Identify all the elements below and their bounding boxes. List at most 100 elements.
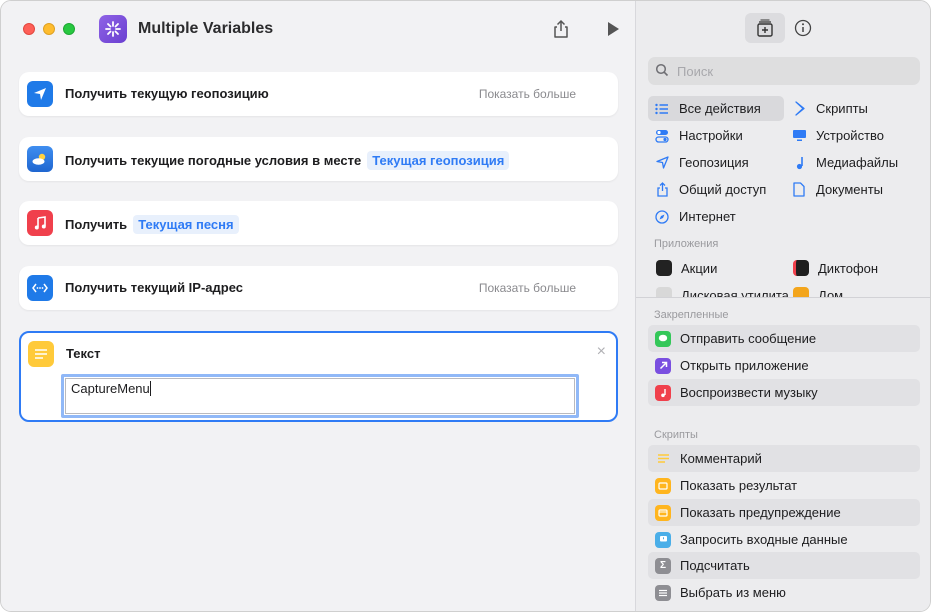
sidebar-divider: [636, 297, 930, 298]
ask-input-icon: [655, 531, 671, 548]
play-icon: [608, 22, 619, 36]
script-icon: [789, 101, 809, 116]
app-label: Акции: [681, 260, 718, 276]
apps-list: Акции Диктофон Дисковая утилита Дом: [636, 256, 930, 297]
scripts-section-label: Скрипты: [654, 429, 698, 441]
action-label: Получить текущие погодные условия в мест…: [65, 151, 510, 170]
category-label: Интернет: [679, 209, 736, 224]
text-input-value[interactable]: CaptureMenu: [71, 381, 151, 396]
category-label: Документы: [816, 182, 884, 197]
action-get-weather[interactable]: Получить текущие погодные условия в мест…: [19, 137, 618, 181]
category-label: Все действия: [679, 101, 761, 116]
category-label: Скрипты: [816, 101, 868, 116]
category-device[interactable]: Устройство: [785, 123, 884, 148]
library-tab[interactable]: [745, 13, 785, 43]
shortcut-icon[interactable]: [99, 15, 127, 43]
category-settings[interactable]: Настройки: [648, 123, 743, 148]
action-get-location[interactable]: Получить текущую геопозицию Показать бол…: [19, 72, 618, 116]
script-ask-for-input[interactable]: Запросить входные данные: [648, 526, 920, 553]
category-media[interactable]: Медиафайлы: [785, 150, 898, 175]
show-more-button[interactable]: Показать больше: [479, 281, 576, 295]
apps-section-label: Приложения: [654, 238, 719, 250]
action-name: Комментарий: [680, 451, 762, 466]
music-play-icon: [655, 384, 671, 401]
list-icon: [652, 103, 672, 115]
category-label: Устройство: [816, 128, 885, 143]
search-placeholder: Поиск: [677, 64, 714, 79]
script-comment[interactable]: Комментарий: [648, 445, 920, 472]
category-all-actions[interactable]: Все действия: [648, 96, 784, 121]
action-get-ip-address[interactable]: Получить текущий IP-адрес Показать больш…: [19, 266, 618, 310]
category-label: Медиафайлы: [816, 155, 899, 170]
category-sharing[interactable]: Общий доступ: [648, 177, 766, 202]
variable-token[interactable]: Текущая песня: [133, 215, 239, 234]
text-value: CaptureMenu: [71, 381, 150, 396]
open-app-icon: [655, 357, 671, 374]
variable-token[interactable]: Текущая геопозиция: [367, 151, 510, 170]
action-name: Запросить входные данные: [680, 532, 848, 547]
weather-icon: [27, 146, 53, 172]
document-icon: [789, 182, 809, 197]
action-get-current-song[interactable]: Получить Текущая песня: [19, 201, 618, 245]
remove-action-icon[interactable]: ×: [597, 343, 606, 361]
category-label: Настройки: [679, 128, 743, 143]
disk-utility-app-icon: [656, 287, 672, 297]
info-tab[interactable]: [792, 17, 814, 39]
voice-memos-app-icon: [793, 260, 809, 276]
pinned-open-app[interactable]: Открыть приложение: [648, 352, 920, 379]
music-note-icon: [27, 210, 53, 236]
app-disk-utility[interactable]: Дисковая утилита: [656, 287, 789, 297]
script-show-alert[interactable]: Показать предупреждение: [648, 499, 920, 526]
compass-icon: [652, 209, 672, 224]
action-name: Воспроизвести музыку: [680, 385, 818, 400]
sparkle-icon: [105, 21, 121, 37]
shortcut-editor: Multiple Variables Получить текущую геоп…: [1, 1, 635, 611]
text-input-border: CaptureMenu: [65, 378, 575, 414]
show-result-icon: [655, 477, 671, 494]
close-window-button[interactable]: [23, 23, 35, 35]
category-location[interactable]: Геопозиция: [648, 150, 749, 175]
category-documents[interactable]: Документы: [785, 177, 883, 202]
show-more-button[interactable]: Показать больше: [479, 87, 576, 101]
message-icon: [655, 330, 671, 347]
app-home[interactable]: Дом: [793, 287, 843, 297]
action-name: Показать предупреждение: [680, 505, 841, 520]
pinned-play-music[interactable]: Воспроизвести музыку: [648, 379, 920, 406]
pinned-send-message[interactable]: Отправить сообщение: [648, 325, 920, 352]
toggle-icon: [652, 129, 672, 143]
app-voice-memos[interactable]: Диктофон: [793, 260, 878, 276]
share-button[interactable]: [550, 18, 572, 40]
category-scripting[interactable]: Скрипты: [785, 96, 868, 121]
category-internet[interactable]: Интернет: [648, 204, 736, 229]
app-label: Диктофон: [818, 260, 879, 276]
category-label: Геопозиция: [679, 155, 749, 170]
script-show-result[interactable]: Показать результат: [648, 472, 920, 499]
app-stocks[interactable]: Акции: [656, 260, 717, 276]
comment-icon: [655, 451, 671, 467]
action-name: Отправить сообщение: [680, 331, 817, 346]
search-icon: [655, 63, 669, 77]
search-field[interactable]: Поиск: [648, 57, 920, 85]
run-button[interactable]: [602, 18, 624, 40]
action-text[interactable]: Текст × CaptureMenu: [19, 331, 618, 422]
shortcuts-window: Multiple Variables Получить текущую геоп…: [0, 0, 931, 612]
action-label: Получить текущую геопозицию: [65, 86, 269, 101]
action-label-text: Получить: [65, 217, 128, 232]
shortcut-title[interactable]: Multiple Variables: [138, 20, 273, 38]
text-input-field[interactable]: CaptureMenu: [61, 374, 579, 418]
action-name: Показать результат: [680, 478, 798, 493]
script-choose-from-menu[interactable]: Выбрать из меню: [648, 579, 920, 606]
minimize-window-button[interactable]: [43, 23, 55, 35]
action-label: Получить текущий IP-адрес: [65, 280, 244, 295]
action-label-text: Получить текущие погодные условия в мест…: [65, 153, 362, 168]
location-icon: [652, 156, 672, 169]
library-add-icon: [757, 19, 773, 37]
zoom-window-button[interactable]: [63, 23, 75, 35]
action-name: Подсчитать: [680, 558, 750, 573]
action-name: Выбрать из меню: [680, 585, 786, 600]
location-arrow-icon: [27, 81, 53, 107]
action-library-sidebar: Поиск Все действия Настройки Геопозиция: [635, 1, 930, 611]
script-count[interactable]: Σ Подсчитать: [648, 552, 920, 579]
action-label: Текст: [66, 346, 101, 361]
info-icon: [794, 19, 812, 37]
